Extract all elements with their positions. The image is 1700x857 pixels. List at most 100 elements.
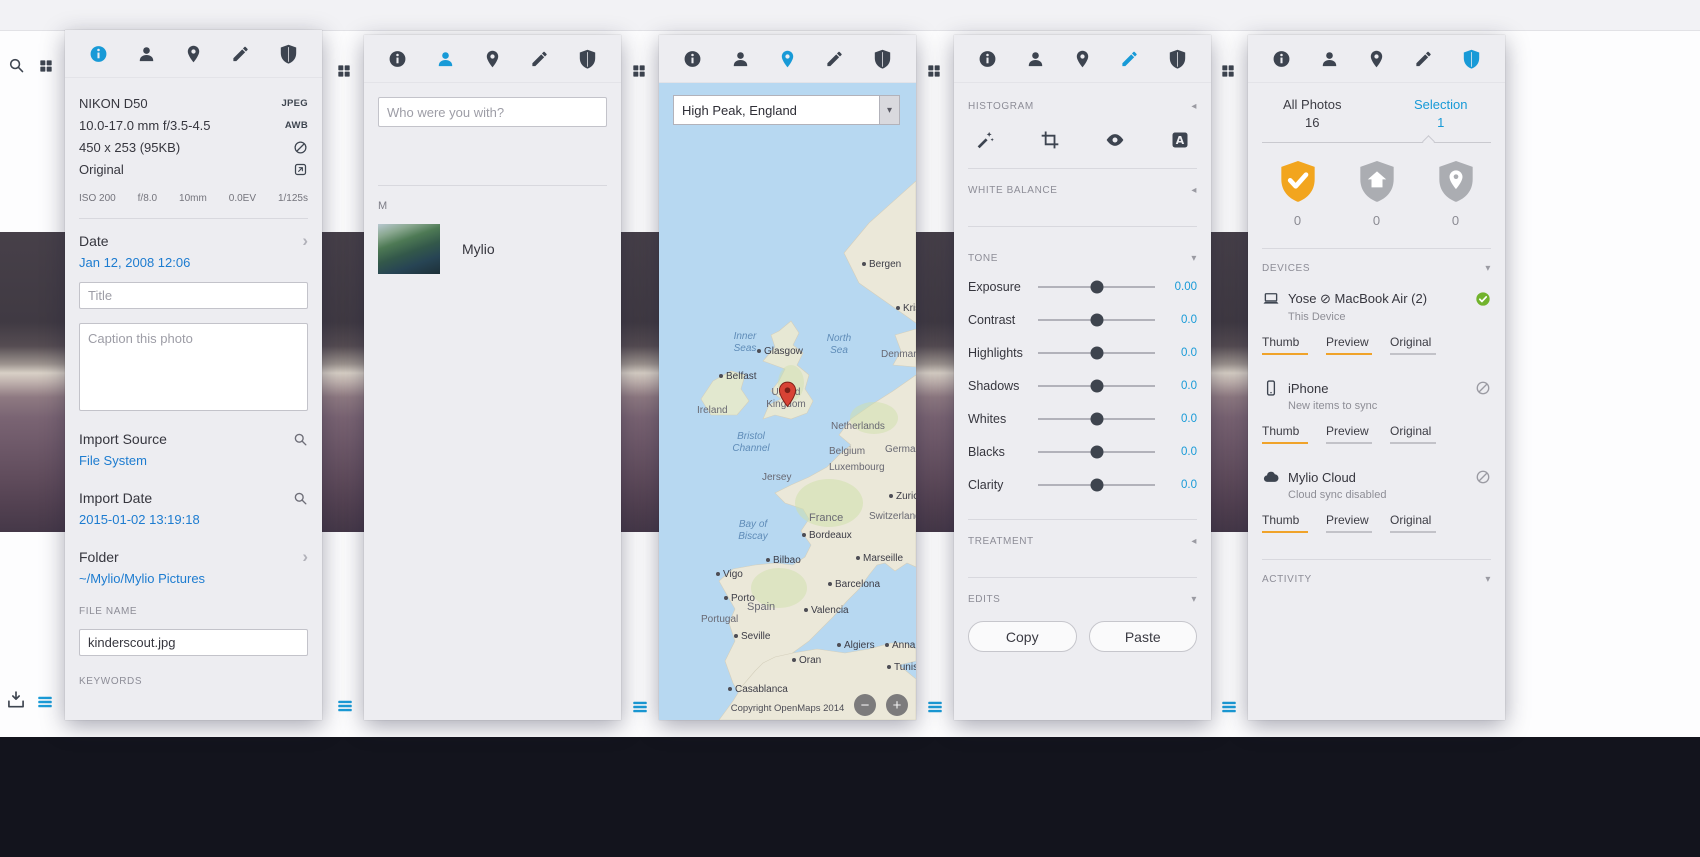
white-balance-section-header[interactable]: WHITE BALANCE ◂ — [968, 185, 1197, 196]
person-row[interactable]: Mylio — [378, 224, 607, 274]
import-date-value[interactable]: 2015-01-02 13:19:18 — [79, 512, 308, 527]
treatment-section-header[interactable]: TREATMENT ◂ — [968, 536, 1197, 547]
exposure-slider[interactable] — [1038, 280, 1155, 293]
quality-thumb[interactable]: Thumb — [1262, 424, 1308, 444]
tab-sync-icon[interactable] — [867, 43, 897, 75]
date-field[interactable]: Date › — [79, 232, 308, 249]
contrast-slider[interactable] — [1038, 313, 1155, 326]
person-thumbnail[interactable] — [378, 224, 440, 274]
text-tool-icon[interactable] — [1167, 128, 1193, 152]
grid-view-icon[interactable] — [38, 58, 54, 74]
quality-original[interactable]: Original — [1390, 513, 1436, 533]
grid-view-icon[interactable] — [336, 63, 352, 79]
folder-value[interactable]: ~/Mylio/Mylio Pictures — [79, 571, 308, 586]
grid-view-icon[interactable] — [1220, 63, 1236, 79]
tab-edit-icon[interactable] — [226, 38, 256, 70]
magnifier-icon[interactable] — [293, 491, 308, 506]
tab-sync-icon[interactable] — [572, 43, 602, 75]
quality-thumb[interactable]: Thumb — [1262, 513, 1308, 533]
activity-section-header[interactable]: ACTIVITY ▾ — [1262, 574, 1491, 585]
slider-knob[interactable] — [1090, 313, 1103, 326]
grid-view-icon[interactable] — [926, 63, 942, 79]
quality-original[interactable]: Original — [1390, 424, 1436, 444]
all-photos-tab[interactable]: All Photos 16 — [1248, 97, 1377, 130]
location-input[interactable] — [673, 95, 880, 125]
tab-edit-icon[interactable] — [525, 43, 555, 75]
protected-shield[interactable]: 0 — [1278, 159, 1318, 228]
tab-info-icon[interactable] — [1267, 43, 1297, 75]
grid-view-icon[interactable] — [631, 63, 647, 79]
menu-icon[interactable] — [336, 697, 354, 715]
caption-input[interactable] — [79, 323, 308, 411]
blacks-slider[interactable] — [1038, 445, 1155, 458]
slider-knob[interactable] — [1090, 379, 1103, 392]
tab-map-icon[interactable] — [1067, 43, 1097, 75]
tab-sync-icon[interactable] — [1456, 43, 1486, 75]
tab-people-icon[interactable] — [1314, 43, 1344, 75]
location-shield[interactable]: 0 — [1436, 159, 1476, 228]
auto-enhance-icon[interactable] — [972, 128, 998, 152]
tab-map-icon[interactable] — [178, 38, 208, 70]
people-search-input[interactable] — [378, 97, 607, 127]
tab-edit-icon[interactable] — [1115, 43, 1145, 75]
tab-info-icon[interactable] — [678, 43, 708, 75]
import-source-value[interactable]: File System — [79, 453, 308, 468]
slider-knob[interactable] — [1090, 445, 1103, 458]
tab-info-icon[interactable] — [84, 38, 114, 70]
menu-icon[interactable] — [926, 698, 944, 716]
location-pin-icon[interactable] — [778, 381, 797, 408]
home-shield[interactable]: 0 — [1357, 159, 1397, 228]
tab-people-icon[interactable] — [1020, 43, 1050, 75]
quality-preview[interactable]: Preview — [1326, 424, 1372, 444]
whites-slider[interactable] — [1038, 412, 1155, 425]
menu-icon[interactable] — [631, 698, 649, 716]
quality-preview[interactable]: Preview — [1326, 513, 1372, 533]
quality-original[interactable]: Original — [1390, 335, 1436, 355]
slider-knob[interactable] — [1090, 478, 1103, 491]
tab-edit-icon[interactable] — [820, 43, 850, 75]
tab-people-icon[interactable] — [131, 38, 161, 70]
location-dropdown-button[interactable]: ▾ — [880, 95, 900, 125]
menu-icon[interactable] — [1220, 698, 1238, 716]
red-eye-icon[interactable] — [1102, 128, 1128, 152]
date-value[interactable]: Jan 12, 2008 12:06 — [79, 255, 308, 270]
slider-knob[interactable] — [1090, 412, 1103, 425]
magnifier-icon[interactable] — [293, 432, 308, 447]
slider-knob[interactable] — [1090, 280, 1103, 293]
highlights-slider[interactable] — [1038, 346, 1155, 359]
tab-sync-icon[interactable] — [273, 38, 303, 70]
original-icon[interactable] — [293, 162, 308, 177]
folder-field[interactable]: Folder › — [79, 548, 308, 565]
copy-edits-button[interactable]: Copy — [968, 621, 1077, 652]
map-view[interactable]: Bergen Kristiansand Inner Seas Glasgow N… — [659, 83, 916, 720]
clarity-slider[interactable] — [1038, 478, 1155, 491]
devices-section-header[interactable]: DEVICES ▾ — [1262, 263, 1491, 274]
tab-map-icon[interactable] — [477, 43, 507, 75]
tab-info-icon[interactable] — [383, 43, 413, 75]
paste-edits-button[interactable]: Paste — [1088, 621, 1197, 652]
zoom-out-button[interactable]: − — [854, 694, 876, 716]
tab-info-icon[interactable] — [973, 43, 1003, 75]
selection-tab[interactable]: Selection 1 — [1377, 97, 1506, 130]
menu-icon[interactable] — [36, 693, 54, 711]
tab-map-icon[interactable] — [772, 43, 802, 75]
search-icon[interactable] — [8, 57, 25, 74]
tab-edit-icon[interactable] — [1409, 43, 1439, 75]
tone-section-header[interactable]: TONE ▾ — [968, 253, 1197, 264]
quality-thumb[interactable]: Thumb — [1262, 335, 1308, 355]
file-name-input[interactable] — [79, 629, 308, 656]
crop-icon[interactable] — [1037, 128, 1063, 152]
zoom-in-button[interactable]: + — [886, 694, 908, 716]
tab-map-icon[interactable] — [1361, 43, 1391, 75]
edits-section-header[interactable]: EDITS ▾ — [968, 594, 1197, 605]
tab-sync-icon[interactable] — [1162, 43, 1192, 75]
tab-people-icon[interactable] — [725, 43, 755, 75]
shadows-slider[interactable] — [1038, 379, 1155, 392]
histogram-section-header[interactable]: HISTOGRAM ◂ — [968, 101, 1197, 112]
import-icon[interactable] — [6, 690, 26, 710]
title-input[interactable] — [79, 282, 308, 309]
edits-buttons: Copy Paste — [968, 621, 1197, 652]
tab-people-icon[interactable] — [430, 43, 460, 75]
slider-knob[interactable] — [1090, 346, 1103, 359]
quality-preview[interactable]: Preview — [1326, 335, 1372, 355]
